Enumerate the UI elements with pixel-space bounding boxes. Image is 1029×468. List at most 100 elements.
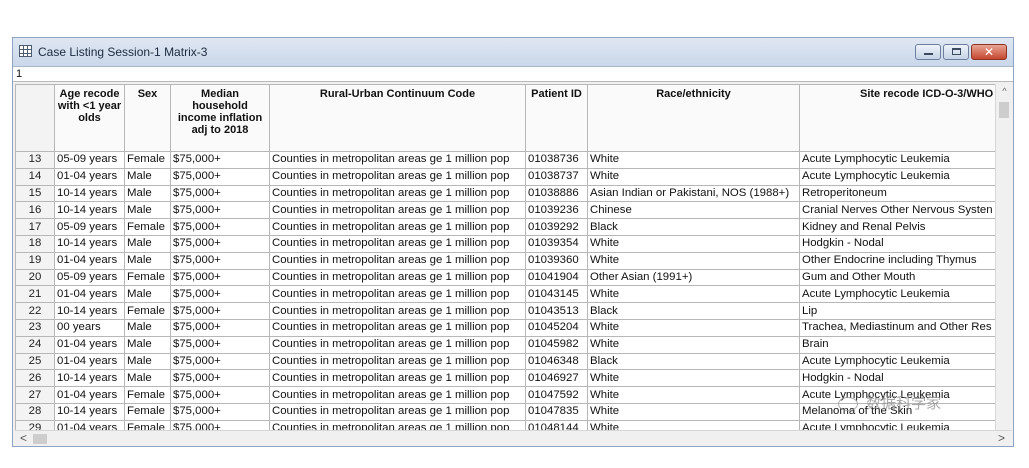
cell-race[interactable]: Other Asian (1991+)	[587, 268, 800, 287]
table-row[interactable]: 29 01-04 years Female $75,000+ Counties in m…	[15, 419, 995, 430]
cell-site[interactable]: Melanoma of the Skin	[799, 402, 995, 421]
cell-rural-urban[interactable]: Counties in metropolitan areas ge 1 mill…	[269, 419, 526, 430]
cell-sex[interactable]: Female	[124, 402, 171, 421]
cell-rural-urban[interactable]: Counties in metropolitan areas ge 1 mill…	[269, 201, 526, 220]
cell-patient-id[interactable]: 01039292	[525, 218, 588, 236]
row-number[interactable]: 13	[15, 151, 55, 169]
cell-patient-id[interactable]: 01045204	[525, 318, 588, 337]
cell-patient-id[interactable]: 01039354	[525, 234, 588, 253]
column-header-income[interactable]: Median household income inflation adj to…	[170, 84, 270, 152]
cell-age[interactable]: 01-04 years	[54, 419, 125, 430]
cell-site[interactable]: Gum and Other Mouth	[799, 268, 995, 287]
cell-patient-id[interactable]: 01046927	[525, 369, 588, 388]
cell-rural-urban[interactable]: Counties in metropolitan areas ge 1 mill…	[269, 151, 526, 169]
column-header-race[interactable]: Race/ethnicity	[587, 84, 800, 152]
cell-age[interactable]: 01-04 years	[54, 285, 125, 304]
cell-income[interactable]: $75,000+	[170, 386, 270, 404]
table-row[interactable]: 27 01-04 years Female $75,000+ Counties in m…	[15, 386, 995, 404]
cell-age[interactable]: 01-04 years	[54, 335, 125, 354]
row-number[interactable]: 28	[15, 402, 55, 421]
cell-race[interactable]: White	[587, 419, 800, 430]
cell-value-bar[interactable]: 1	[13, 67, 1013, 82]
cell-rural-urban[interactable]: Counties in metropolitan areas ge 1 mill…	[269, 369, 526, 388]
cell-age[interactable]: 05-09 years	[54, 268, 125, 287]
row-number[interactable]: 16	[15, 201, 55, 220]
table-row[interactable]: 20 05-09 years Female $75,000+ Counties in m…	[15, 268, 995, 287]
close-button[interactable]: ✕	[971, 44, 1007, 60]
cell-rural-urban[interactable]: Counties in metropolitan areas ge 1 mill…	[269, 285, 526, 304]
cell-site[interactable]: Trachea, Mediastinum and Other Res	[799, 318, 995, 337]
cell-income[interactable]: $75,000+	[170, 335, 270, 354]
cell-site[interactable]: Hodgkin - Nodal	[799, 234, 995, 253]
minimize-button[interactable]	[915, 44, 941, 60]
cell-age[interactable]: 10-14 years	[54, 234, 125, 253]
table-row[interactable]: 25 01-04 years Male $75,000+ Counties in met…	[15, 352, 995, 371]
cell-age[interactable]: 01-04 years	[54, 251, 125, 270]
cell-site[interactable]: Hodgkin - Nodal	[799, 369, 995, 388]
table-row[interactable]: 15 10-14 years Male $75,000+ Counties in met…	[15, 184, 995, 203]
cell-rural-urban[interactable]: Counties in metropolitan areas ge 1 mill…	[269, 335, 526, 354]
table-row[interactable]: 13 05-09 years Female $75,000+ Counties in m…	[15, 151, 995, 169]
horizontal-scrollbar[interactable]: < >	[15, 430, 1012, 446]
row-number[interactable]: 17	[15, 218, 55, 236]
vertical-scrollbar[interactable]: ^	[995, 84, 1012, 430]
cell-site[interactable]: Retroperitoneum	[799, 184, 995, 203]
cell-site[interactable]: Acute Lymphocytic Leukemia	[799, 352, 995, 371]
row-number[interactable]: 19	[15, 251, 55, 270]
horizontal-scroll-thumb[interactable]	[33, 434, 47, 444]
row-number[interactable]: 14	[15, 167, 55, 186]
table-row[interactable]: 16 10-14 years Male $75,000+ Counties in met…	[15, 201, 995, 220]
cell-income[interactable]: $75,000+	[170, 201, 270, 220]
cell-race[interactable]: White	[587, 234, 800, 253]
cell-patient-id[interactable]: 01041904	[525, 268, 588, 287]
cell-patient-id[interactable]: 01043145	[525, 285, 588, 304]
column-header-patient-id[interactable]: Patient ID	[525, 84, 588, 152]
column-header-site[interactable]: Site recode ICD-O-3/WHO	[799, 84, 995, 152]
cell-site[interactable]: Lip	[799, 302, 995, 320]
row-number[interactable]: 18	[15, 234, 55, 253]
row-number[interactable]: 15	[15, 184, 55, 203]
corner-cell[interactable]	[15, 84, 55, 152]
cell-site[interactable]: Acute Lymphocytic Leukemia	[799, 419, 995, 430]
cell-patient-id[interactable]: 01038737	[525, 167, 588, 186]
cell-age[interactable]: 10-14 years	[54, 302, 125, 320]
cell-site[interactable]: Acute Lymphocytic Leukemia	[799, 167, 995, 186]
cell-race[interactable]: White	[587, 369, 800, 388]
cell-income[interactable]: $75,000+	[170, 151, 270, 169]
cell-race[interactable]: White	[587, 151, 800, 169]
cell-site[interactable]: Acute Lymphocytic Leukemia	[799, 151, 995, 169]
cell-sex[interactable]: Male	[124, 251, 171, 270]
cell-patient-id[interactable]: 01048144	[525, 419, 588, 430]
cell-patient-id[interactable]: 01039360	[525, 251, 588, 270]
cell-patient-id[interactable]: 01046348	[525, 352, 588, 371]
cell-patient-id[interactable]: 01038886	[525, 184, 588, 203]
cell-sex[interactable]: Male	[124, 184, 171, 203]
cell-income[interactable]: $75,000+	[170, 268, 270, 287]
cell-race[interactable]: White	[587, 318, 800, 337]
cell-site[interactable]: Acute Lymphocytic Leukemia	[799, 285, 995, 304]
cell-income[interactable]: $75,000+	[170, 318, 270, 337]
cell-income[interactable]: $75,000+	[170, 167, 270, 186]
maximize-button[interactable]	[943, 44, 969, 60]
cell-race[interactable]: Black	[587, 218, 800, 236]
cell-sex[interactable]: Male	[124, 369, 171, 388]
cell-rural-urban[interactable]: Counties in metropolitan areas ge 1 mill…	[269, 218, 526, 236]
cell-site[interactable]: Other Endocrine including Thymus	[799, 251, 995, 270]
cell-sex[interactable]: Female	[124, 386, 171, 404]
cell-income[interactable]: $75,000+	[170, 184, 270, 203]
column-header-age[interactable]: Age recode with <1 year olds	[54, 84, 125, 152]
cell-race[interactable]: Black	[587, 302, 800, 320]
cell-patient-id[interactable]: 01039236	[525, 201, 588, 220]
cell-sex[interactable]: Female	[124, 151, 171, 169]
cell-rural-urban[interactable]: Counties in metropolitan areas ge 1 mill…	[269, 167, 526, 186]
cell-age[interactable]: 10-14 years	[54, 402, 125, 421]
cell-race[interactable]: White	[587, 167, 800, 186]
row-number[interactable]: 20	[15, 268, 55, 287]
cell-site[interactable]: Brain	[799, 335, 995, 354]
cell-income[interactable]: $75,000+	[170, 352, 270, 371]
cell-rural-urban[interactable]: Counties in metropolitan areas ge 1 mill…	[269, 251, 526, 270]
cell-sex[interactable]: Male	[124, 234, 171, 253]
cell-income[interactable]: $75,000+	[170, 419, 270, 430]
cell-income[interactable]: $75,000+	[170, 302, 270, 320]
table-row[interactable]: 18 10-14 years Male $75,000+ Counties in met…	[15, 234, 995, 253]
